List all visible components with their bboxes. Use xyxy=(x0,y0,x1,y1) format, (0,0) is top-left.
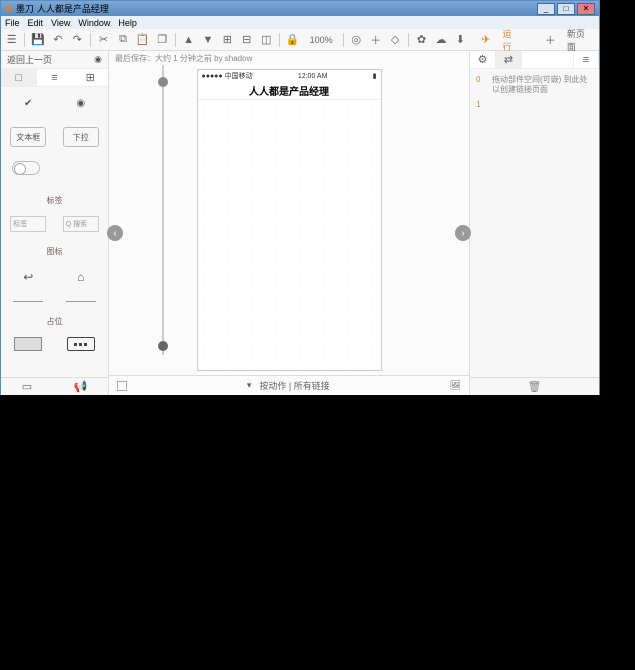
plus-icon[interactable]: ＋ xyxy=(543,32,556,47)
status-carrier: ●●●●● 中国移动 xyxy=(202,71,253,81)
group-icon[interactable]: ◫ xyxy=(259,32,272,47)
link-row[interactable]: 0 拖动部件空间(可嵌) 到此处以创建链接页面 xyxy=(476,75,593,96)
paste-icon[interactable]: 📋 xyxy=(136,32,150,47)
widget-palette: ✔ ◉ 文本框 下拉 标签 标签 Q 搜索 图标 ↩ xyxy=(1,87,108,377)
widget-keyboard[interactable] xyxy=(67,337,95,351)
menu-edit[interactable]: Edit xyxy=(28,18,44,28)
link-row[interactable]: 1 xyxy=(476,100,593,109)
row-text xyxy=(492,100,593,109)
left-tab-list[interactable]: ≡ xyxy=(37,69,73,86)
widget-button-2[interactable]: 下拉 xyxy=(63,127,99,147)
maximize-button[interactable]: □ xyxy=(557,3,575,15)
slider-thumb-top[interactable] xyxy=(158,77,168,87)
status-time: 12:00 AM xyxy=(298,73,328,80)
new-page-button[interactable]: 新页面 xyxy=(563,32,595,47)
zoom-level[interactable]: 100% xyxy=(306,32,337,47)
right-panel: ⚙ ⇄ ≡ 0 拖动部件空间(可嵌) 到此处以创建链接页面 1 🗑 xyxy=(469,51,599,395)
trash-icon[interactable]: 🗑 xyxy=(528,380,542,393)
back-label[interactable]: 返回上一页 xyxy=(7,53,52,66)
widget-input-1[interactable]: 标签 xyxy=(10,216,46,232)
next-page-button[interactable]: › xyxy=(455,225,471,241)
foot-card-icon[interactable]: ▭ xyxy=(22,380,32,393)
widget-switch[interactable] xyxy=(12,161,40,175)
right-tab-settings[interactable]: ⚙ xyxy=(470,51,496,68)
duplicate-icon[interactable]: ❐ xyxy=(155,32,168,47)
undo-icon[interactable]: ↶ xyxy=(51,32,64,47)
section-label-1: 标签 xyxy=(7,195,102,206)
phone-preview[interactable]: ●●●●● 中国移动 12:00 AM ▮ 人人都是产品经理 xyxy=(197,69,382,371)
run-icon[interactable]: ✈ xyxy=(479,32,492,47)
right-tab-list[interactable]: ≡ xyxy=(573,51,599,68)
widget-radio[interactable]: ◉ xyxy=(63,93,99,113)
close-button[interactable]: ✕ xyxy=(577,3,595,15)
widget-button-1[interactable]: 文本框 xyxy=(10,127,46,147)
status-battery: ▮ xyxy=(373,72,377,80)
phone-body[interactable] xyxy=(198,100,381,370)
window-titlebar: ◉ 墨刀 人人都是产品经理 _ □ ✕ xyxy=(1,1,599,16)
left-tab-grid[interactable]: ⊞ xyxy=(72,69,108,86)
send-back-icon[interactable]: ▼ xyxy=(201,32,214,47)
settings-icon[interactable]: ✿ xyxy=(415,32,428,47)
slider-thumb-bottom[interactable] xyxy=(158,341,168,351)
target-icon[interactable]: ◎ xyxy=(350,32,363,47)
right-tab-links[interactable]: ⇄ xyxy=(496,51,522,68)
left-tab-widgets[interactable]: □ xyxy=(1,69,37,86)
widget-icon-back[interactable]: ↩ xyxy=(10,267,46,287)
row-text: 拖动部件空间(可嵌) 到此处以创建链接页面 xyxy=(492,75,593,96)
bring-front-icon[interactable]: ▲ xyxy=(182,32,195,47)
widget-line-2[interactable] xyxy=(66,301,96,302)
row-index: 1 xyxy=(476,100,486,109)
menu-icon[interactable]: ☰ xyxy=(5,32,18,47)
app-name: 墨刀 xyxy=(16,2,34,15)
row-index: 0 xyxy=(476,75,486,96)
redo-icon[interactable]: ↷ xyxy=(71,32,84,47)
widget-icon-home[interactable]: ⌂ xyxy=(63,267,99,287)
chevron-down-icon[interactable]: ▾ xyxy=(247,380,252,391)
minimize-button[interactable]: _ xyxy=(537,3,555,15)
add-icon[interactable]: ＋ xyxy=(369,32,382,47)
run-button[interactable]: 运行 xyxy=(498,32,522,47)
foot-select[interactable]: 按动作 | 所有链接 xyxy=(259,379,329,392)
canvas-area: 最后保存：大约 1 分钟之前 by shadow ‹ ●●●●● 中国移动 12… xyxy=(109,51,469,395)
cut-icon[interactable]: ✂ xyxy=(97,32,110,47)
section-label-2: 图标 xyxy=(7,246,102,257)
foot-announce-icon[interactable]: 📢 xyxy=(74,380,88,393)
distribute-icon[interactable]: ⊟ xyxy=(240,32,253,47)
align-icon[interactable]: ⊞ xyxy=(221,32,234,47)
link-icon[interactable]: ◇ xyxy=(388,32,401,47)
vertical-slider[interactable] xyxy=(159,65,167,355)
widget-check[interactable]: ✔ xyxy=(10,93,46,113)
menu-file[interactable]: File xyxy=(5,18,20,28)
widget-input-search[interactable]: Q 搜索 xyxy=(63,216,99,232)
section-label-3: 占位 xyxy=(7,316,102,327)
save-info: 最后保存：大约 1 分钟之前 by shadow xyxy=(109,51,469,65)
target-small-icon[interactable]: ◉ xyxy=(94,54,102,65)
menu-help[interactable]: Help xyxy=(118,18,137,28)
phone-nav-title: 人人都是产品经理 xyxy=(198,82,381,100)
widget-line-1[interactable] xyxy=(13,301,43,302)
left-panel: 返回上一页 ◉ □ ≡ ⊞ ✔ ◉ 文本框 下拉 xyxy=(1,51,109,395)
cloud-icon[interactable]: ☁ xyxy=(434,32,447,47)
widget-box[interactable] xyxy=(14,337,42,351)
download-icon[interactable]: ⬇ xyxy=(454,32,467,47)
menu-view[interactable]: View xyxy=(51,18,70,28)
prev-page-button[interactable]: ‹ xyxy=(107,225,123,241)
menu-window[interactable]: Window xyxy=(78,18,110,28)
copy-icon[interactable]: ⧉ xyxy=(116,32,129,47)
toolbar: ☰ 💾 ↶ ↷ ✂ ⧉ 📋 ❐ ▲ ▼ ⊞ ⊟ ◫ 🔒 100% ◎ ＋ ◇ ✿… xyxy=(1,29,599,51)
app-icon: ◉ xyxy=(5,3,13,14)
save-icon[interactable]: 💾 xyxy=(31,32,45,47)
image-icon[interactable]: 🖼 xyxy=(450,380,461,391)
lock-icon[interactable]: 🔒 xyxy=(286,32,300,47)
select-all-checkbox[interactable] xyxy=(117,381,127,391)
window-title: 人人都是产品经理 xyxy=(37,2,109,15)
